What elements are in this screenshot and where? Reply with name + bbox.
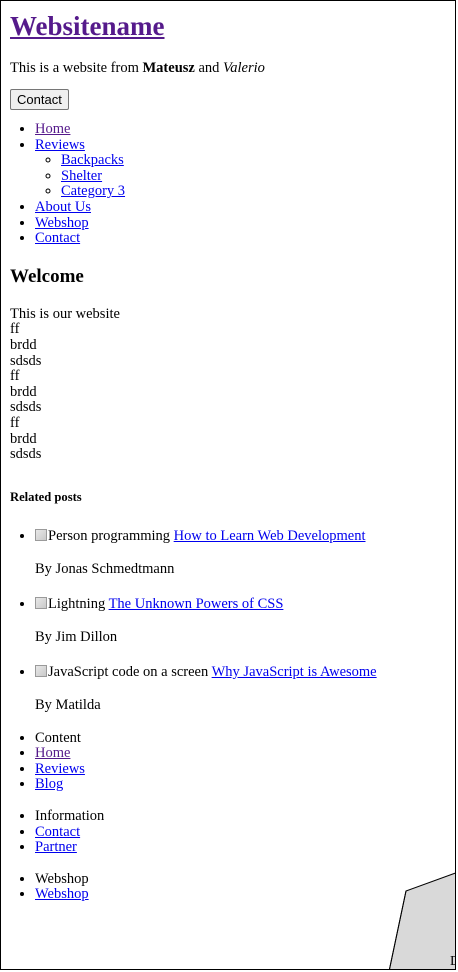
nav-item-category-3: Category 3: [61, 184, 447, 200]
nav-item-contact: Contact: [35, 230, 447, 247]
tagline: This is a website from Mateusz and Valer…: [10, 60, 447, 76]
body-line: ff: [10, 414, 20, 431]
nav-item-backpacks: Backpacks: [61, 152, 447, 169]
author-valerio: Valerio: [223, 60, 265, 76]
post-byline: By Jonas Schmedtmann: [35, 560, 175, 577]
related-posts-heading: Related posts: [10, 489, 82, 504]
post-head: JavaScript code on a screen Why JavaScri…: [35, 663, 447, 681]
tagline-middle: and: [194, 60, 224, 76]
nav-item-shelter: Shelter: [61, 168, 447, 185]
body-line: brdd: [10, 383, 37, 400]
nav-item-home: Home: [35, 121, 447, 138]
post-head: Lightning The Unknown Powers of CSS: [35, 595, 447, 613]
footer-link-contact[interactable]: Contact: [35, 824, 80, 840]
body-text: This is our website ff brdd sdsds ff brd…: [10, 305, 447, 463]
page-frame: Websitename This is a website from Mateu…: [0, 0, 456, 970]
footer-link-partner[interactable]: Partner: [35, 839, 77, 855]
nav-link-reviews[interactable]: Reviews: [35, 137, 85, 153]
nav-link-webshop[interactable]: Webshop: [35, 215, 89, 231]
related-post: Person programming How to Learn Web Deve…: [35, 527, 447, 577]
body-line: brdd: [10, 336, 37, 353]
decorative-polygon: [389, 872, 455, 969]
footer-link-home[interactable]: Home: [35, 745, 70, 761]
body-line: sdsds: [10, 399, 42, 416]
body-line: ff: [10, 321, 20, 338]
nav-link-backpacks[interactable]: Backpacks: [61, 152, 124, 168]
page-content: Websitename This is a website from Mateu…: [10, 1, 447, 919]
footer-link-blog[interactable]: Blog: [35, 776, 63, 793]
related-post: Lightning The Unknown Powers of CSS By J…: [35, 595, 447, 645]
footer-link-reviews[interactable]: Reviews: [35, 761, 85, 777]
main-nav-list: Home Reviews Backpacks Shelter Category …: [10, 121, 447, 247]
body-line: sdsds: [10, 446, 42, 463]
nav-item-webshop: Webshop: [35, 215, 447, 232]
site-title-link[interactable]: Websitename: [10, 11, 165, 41]
body-line: brdd: [10, 430, 37, 447]
welcome-heading: Welcome: [10, 265, 84, 287]
nav-link-about[interactable]: About Us: [35, 199, 91, 215]
post-head: Person programming How to Learn Web Deve…: [35, 527, 447, 545]
post-link[interactable]: How to Learn Web Development: [174, 528, 366, 544]
footer-link-webshop[interactable]: Webshop: [35, 886, 89, 903]
tagline-prefix: This is a website from: [10, 60, 143, 76]
broken-image-icon: [35, 596, 47, 609]
footer-label-content: Content: [35, 730, 447, 747]
footer-item: Blog: [35, 777, 447, 793]
decorative-letter: D: [450, 954, 455, 969]
post-image-alt: Person programming: [48, 527, 171, 544]
nav-item-reviews: Reviews Backpacks Shelter Category 3: [35, 137, 447, 200]
footer-item: Reviews: [35, 761, 447, 778]
nav-link-shelter[interactable]: Shelter: [61, 168, 102, 184]
nav-link-contact[interactable]: Contact: [35, 230, 80, 246]
decorative-shape: [389, 872, 455, 969]
post-link[interactable]: The Unknown Powers of CSS: [109, 596, 284, 612]
footer-information-list: Information Contact Partner: [10, 808, 447, 856]
footer-item: Home: [35, 745, 447, 762]
related-post: JavaScript code on a screen Why JavaScri…: [35, 663, 447, 713]
broken-image-icon: [35, 664, 47, 677]
footer-label-information: Information: [35, 808, 447, 825]
broken-image-icon: [35, 528, 47, 541]
post-byline: By Matilda: [35, 696, 101, 713]
footer-information-group: Information Contact Partner: [10, 808, 447, 856]
body-line: sdsds: [10, 352, 42, 369]
contact-button[interactable]: Contact: [10, 89, 69, 110]
main-nav: Home Reviews Backpacks Shelter Category …: [10, 121, 447, 247]
footer-item: Contact: [35, 824, 447, 841]
reviews-submenu: Backpacks Shelter Category 3: [35, 152, 447, 200]
footer-item: Partner: [35, 839, 447, 856]
post-image-alt: Lightning: [48, 595, 106, 612]
author-mateusz: Mateusz: [142, 60, 195, 76]
site-title: Websitename: [10, 9, 447, 43]
related-posts-list: Person programming How to Learn Web Deve…: [10, 527, 447, 713]
post-image-alt: JavaScript code on a screen: [48, 663, 209, 680]
body-line: ff: [10, 368, 20, 385]
nav-link-category-3[interactable]: Category 3: [61, 183, 125, 200]
post-byline: By Jim Dillon: [35, 628, 118, 645]
nav-link-home[interactable]: Home: [35, 121, 70, 137]
post-link[interactable]: Why JavaScript is Awesome: [212, 664, 377, 680]
intro-text: This is our website: [10, 305, 120, 322]
nav-item-about: About Us: [35, 199, 447, 216]
footer-content-group: Content Home Reviews Blog: [10, 730, 447, 793]
footer-content-list: Content Home Reviews Blog: [10, 730, 447, 793]
